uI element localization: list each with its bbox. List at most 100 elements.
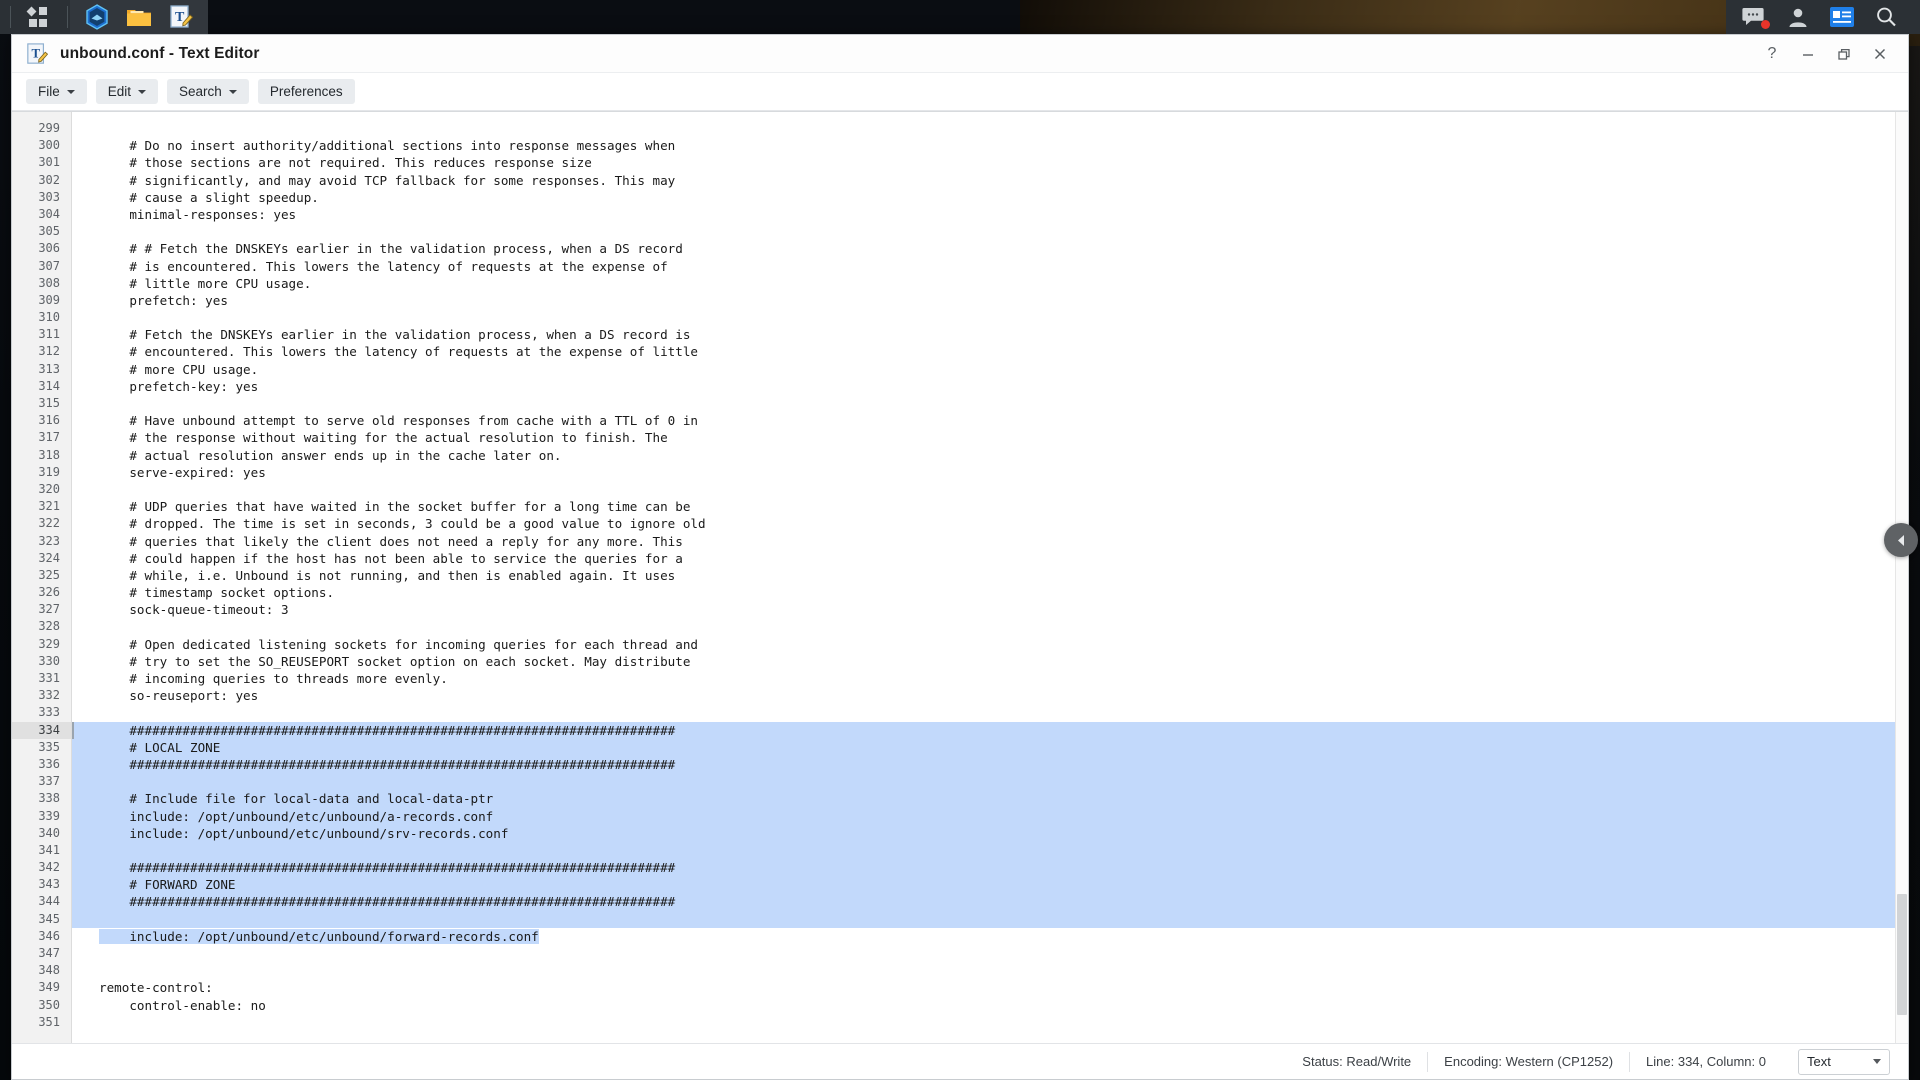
code-line[interactable]: # dropped. The time is set in seconds, 3… — [72, 515, 1908, 532]
chat-icon[interactable] — [1732, 0, 1776, 34]
code-line[interactable]: so-reuseport: yes — [72, 687, 1908, 704]
line-number: 319 — [38, 464, 60, 479]
code-line[interactable]: # those sections are not required. This … — [72, 154, 1908, 171]
scrollbar-thumb[interactable] — [1897, 894, 1907, 1016]
code-line[interactable]: # is encountered. This lowers the latenc… — [72, 258, 1908, 275]
menu-file[interactable]: File — [26, 79, 87, 104]
code-line[interactable]: # FORWARD ZONE — [72, 876, 1908, 894]
code-line[interactable]: # more CPU usage. — [72, 361, 1908, 378]
restore-icon — [1838, 48, 1850, 60]
code-line[interactable]: remote-control: — [72, 979, 1908, 996]
code-line[interactable]: ########################################… — [72, 859, 1908, 877]
code-line[interactable] — [72, 223, 1908, 240]
code-line[interactable]: # Have unbound attempt to serve old resp… — [72, 412, 1908, 429]
help-glyph: ? — [1767, 44, 1777, 62]
language-mode-select[interactable]: Text — [1798, 1048, 1890, 1075]
code-line[interactable] — [72, 841, 1908, 860]
code-line[interactable]: # queries that likely the client does no… — [72, 533, 1908, 550]
chat-notification-badge — [1761, 20, 1770, 29]
code-line[interactable]: # Do no insert authority/additional sect… — [72, 137, 1908, 154]
app-grid-icon[interactable] — [17, 0, 59, 34]
code-text-area[interactable]: # Do no insert authority/additional sect… — [72, 112, 1908, 1043]
panel-expand-handle[interactable] — [1884, 523, 1918, 557]
code-line[interactable]: prefetch: yes — [72, 292, 1908, 309]
code-line[interactable]: minimal-responses: yes — [72, 206, 1908, 223]
code-line[interactable]: sock-queue-timeout: 3 — [72, 601, 1908, 618]
chevron-down-icon — [1873, 1059, 1881, 1064]
language-mode-label: Text — [1807, 1054, 1831, 1069]
line-number: 349 — [38, 980, 60, 995]
code-line[interactable]: # incoming queries to threads more evenl… — [72, 670, 1908, 687]
code-line[interactable]: serve-expired: yes — [72, 464, 1908, 481]
code-line[interactable]: include: /opt/unbound/etc/unbound/srv-re… — [72, 824, 1908, 842]
code-line[interactable]: # Include file for local-data and local-… — [72, 790, 1908, 808]
line-number: 325 — [38, 567, 60, 582]
user-icon[interactable] — [1776, 0, 1820, 34]
menu-search[interactable]: Search — [167, 79, 249, 104]
code-line[interactable] — [72, 120, 1908, 137]
restore-button[interactable] — [1826, 35, 1862, 73]
code-line[interactable]: # the response without waiting for the a… — [72, 429, 1908, 446]
code-line[interactable] — [72, 945, 1908, 962]
help-button[interactable]: ? — [1754, 35, 1790, 73]
hexagon-app-icon[interactable] — [76, 0, 118, 34]
code-line[interactable]: # while, i.e. Unbound is not running, an… — [72, 567, 1908, 584]
minimize-button[interactable] — [1790, 35, 1826, 73]
code-line[interactable]: include: /opt/unbound/etc/unbound/a-reco… — [72, 807, 1908, 825]
code-line[interactable] — [72, 1014, 1908, 1031]
code-line[interactable]: # encountered. This lowers the latency o… — [72, 343, 1908, 360]
file-manager-icon[interactable] — [118, 0, 160, 34]
folder-glyph — [127, 10, 151, 26]
code-line[interactable]: # timestamp socket options. — [72, 584, 1908, 601]
menu-preferences[interactable]: Preferences — [257, 79, 355, 104]
line-number: 314 — [38, 378, 60, 393]
code-line[interactable]: # try to set the SO_REUSEPORT socket opt… — [72, 653, 1908, 670]
line-number: 338 — [38, 791, 60, 806]
code-line[interactable]: # UDP queries that have waited in the so… — [72, 498, 1908, 515]
news-feed-icon[interactable] — [1820, 0, 1864, 34]
code-line[interactable] — [72, 618, 1908, 635]
line-number: 346 — [38, 928, 60, 943]
code-line[interactable]: ########################################… — [72, 721, 1908, 739]
line-number: 340 — [38, 825, 60, 840]
menu-edit[interactable]: Edit — [95, 79, 159, 104]
code-line[interactable]: # Open dedicated listening sockets for i… — [72, 636, 1908, 653]
menu-edit-label: Edit — [107, 84, 132, 99]
code-line[interactable]: ########################################… — [72, 755, 1908, 774]
line-number: 312 — [38, 344, 60, 359]
code-line[interactable]: # # Fetch the DNSKEYs earlier in the val… — [72, 240, 1908, 257]
editor-area: 299 300 301 302 303 304 305 306 307 308 309 310 311 3… — [12, 111, 1908, 1043]
line-number: 318 — [38, 447, 60, 462]
code-line[interactable] — [72, 962, 1908, 979]
line-number: 308 — [38, 275, 60, 290]
code-line[interactable] — [72, 910, 1908, 928]
line-number: 309 — [38, 292, 60, 307]
code-line[interactable]: # significantly, and may avoid TCP fallb… — [72, 172, 1908, 189]
code-line[interactable]: # could happen if the host has not been … — [72, 550, 1908, 567]
status-encoding: Encoding: Western (CP1252) — [1427, 1051, 1629, 1072]
code-line[interactable] — [72, 773, 1908, 791]
window-app-icon: T — [27, 42, 48, 64]
code-line[interactable]: include: /opt/unbound/etc/unbound/forwar… — [72, 928, 1908, 945]
code-line[interactable] — [72, 704, 1908, 721]
code-line[interactable] — [72, 395, 1908, 412]
code-line[interactable]: ########################################… — [72, 893, 1908, 911]
line-number: 335 — [38, 739, 60, 754]
code-line[interactable]: # little more CPU usage. — [72, 275, 1908, 292]
vertical-scrollbar[interactable] — [1895, 112, 1908, 1043]
window-titlebar[interactable]: T unbound.conf - Text Editor ? — [12, 35, 1908, 73]
code-line[interactable]: # actual resolution answer ends up in th… — [72, 447, 1908, 464]
line-number: 343 — [38, 877, 60, 892]
code-line[interactable]: # Fetch the DNSKEYs earlier in the valid… — [72, 326, 1908, 343]
code-line[interactable] — [72, 481, 1908, 498]
line-number: 310 — [38, 310, 60, 325]
search-icon[interactable] — [1864, 0, 1908, 34]
text-editor-icon[interactable]: T — [160, 0, 202, 34]
code-line[interactable] — [72, 309, 1908, 326]
code-line[interactable]: # LOCAL ZONE — [72, 738, 1908, 756]
code-line[interactable]: # cause a slight speedup. — [72, 189, 1908, 206]
code-line[interactable]: prefetch-key: yes — [72, 378, 1908, 395]
text-editor-glyph: T — [170, 5, 193, 28]
close-button[interactable] — [1862, 35, 1898, 73]
code-line[interactable]: control-enable: no — [72, 997, 1908, 1014]
